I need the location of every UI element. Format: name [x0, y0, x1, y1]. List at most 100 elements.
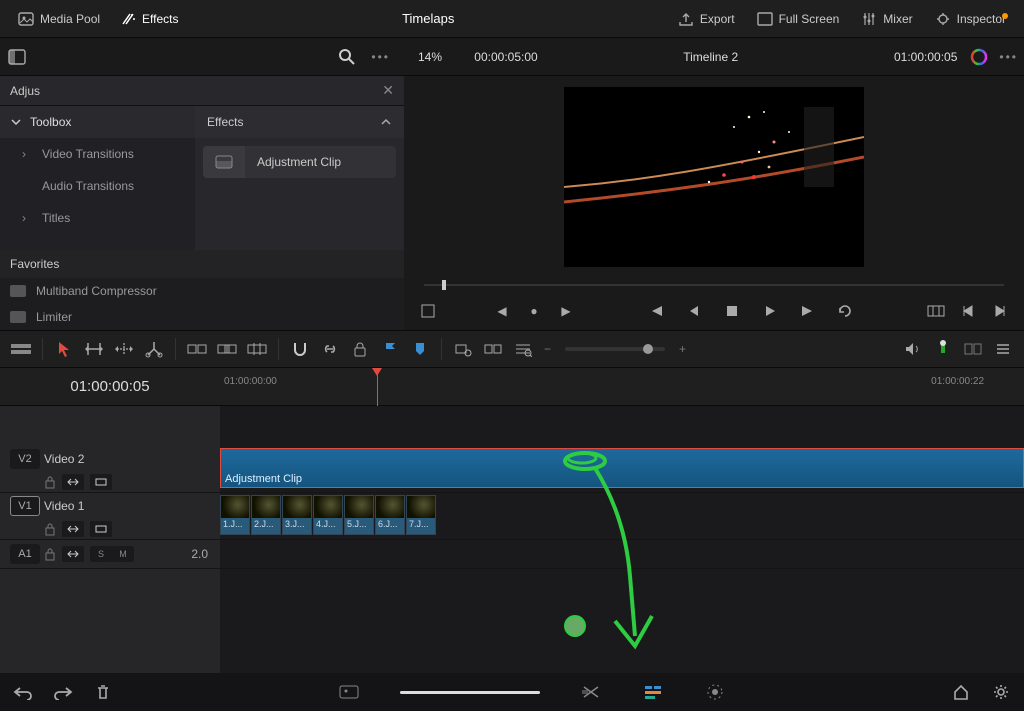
track-header-v1[interactable]: V1Video 1: [0, 493, 220, 539]
video-clip[interactable]: 5.J...: [344, 495, 374, 535]
timeline-ruler[interactable]: 01:00:00:00 01:00:00:22: [220, 368, 1024, 405]
toolbox-item-titles[interactable]: ›Titles: [0, 202, 195, 234]
fusion-page-icon[interactable]: [704, 681, 726, 703]
track-body-a1[interactable]: [220, 540, 1024, 568]
effects-group-header[interactable]: Effects: [195, 106, 404, 138]
toolbox-item-video-transitions[interactable]: ›Video Transitions: [0, 138, 195, 170]
video-clip[interactable]: 6.J...: [375, 495, 405, 535]
lock-icon[interactable]: [44, 475, 56, 489]
zoom-fit-icon[interactable]: [480, 336, 506, 362]
timeline-counter[interactable]: 01:00:00:05: [0, 368, 220, 405]
viewer-scrubber[interactable]: [424, 278, 1004, 292]
redo-icon[interactable]: [52, 681, 74, 703]
mute-button[interactable]: M: [112, 546, 134, 562]
clip-adjustment[interactable]: Adjustment Clip: [220, 448, 1024, 488]
audio-monitor-icon[interactable]: [900, 336, 926, 362]
color-wheel-icon[interactable]: [965, 48, 993, 66]
go-start-icon[interactable]: [646, 301, 666, 321]
toolbox-item-audio-transitions[interactable]: Audio Transitions: [0, 170, 195, 202]
snap-icon[interactable]: [287, 336, 313, 362]
track-body-v2[interactable]: Adjustment Clip: [220, 446, 1024, 492]
media-page-icon[interactable]: [338, 681, 360, 703]
lock-icon[interactable]: [44, 547, 56, 561]
export-button[interactable]: Export: [668, 8, 745, 30]
video-clip[interactable]: 1.J...: [220, 495, 250, 535]
dynamic-trim-icon[interactable]: [111, 336, 137, 362]
video-clip[interactable]: 7.J...: [406, 495, 436, 535]
go-end-icon[interactable]: [798, 301, 818, 321]
viewer-zoom[interactable]: 14%: [404, 50, 456, 64]
edit-page-icon[interactable]: [642, 681, 664, 703]
prev-frame-icon[interactable]: ◀: [492, 301, 512, 321]
media-pool-tab[interactable]: Media Pool: [8, 8, 110, 30]
cut-page-icon[interactable]: [580, 681, 602, 703]
track-badge-a1[interactable]: A1: [10, 544, 40, 564]
video-clip[interactable]: 4.J...: [313, 495, 343, 535]
clear-filter-icon[interactable]: ✕: [382, 82, 394, 99]
trim-tool-icon[interactable]: [81, 336, 107, 362]
toolbox-header[interactable]: Toolbox: [0, 106, 195, 138]
zoom-slider-thumb[interactable]: [643, 344, 653, 354]
inspector-button[interactable]: Inspector: [925, 7, 1016, 31]
zoom-slider[interactable]: [565, 347, 665, 351]
blade-tool-icon[interactable]: [141, 336, 167, 362]
next-edit-icon[interactable]: [990, 301, 1010, 321]
track-body-v1[interactable]: 1.J... 2.J... 3.J... 4.J... 5.J... 6.J..…: [220, 493, 1024, 539]
overwrite-clip-icon[interactable]: [214, 336, 240, 362]
scrub-playhead[interactable]: [442, 280, 446, 290]
lock-icon[interactable]: [347, 336, 373, 362]
track-visible-icon[interactable]: [90, 521, 112, 537]
auto-select-icon[interactable]: [62, 474, 84, 490]
fullscreen-button[interactable]: Full Screen: [747, 8, 850, 30]
track-header-v2[interactable]: V2Video 2: [0, 446, 220, 492]
next-frame-icon[interactable]: ▶: [556, 301, 576, 321]
timeline-view-icon[interactable]: [8, 336, 34, 362]
stop-icon[interactable]: [722, 301, 742, 321]
track-badge-v2[interactable]: V2: [10, 449, 40, 469]
zoom-detail-icon[interactable]: [510, 336, 536, 362]
solo-button[interactable]: S: [90, 546, 112, 562]
viewer-options-icon[interactable]: •••: [993, 50, 1024, 64]
selection-tool-icon[interactable]: [51, 336, 77, 362]
settings-icon[interactable]: [990, 681, 1012, 703]
dual-viewer-icon[interactable]: [960, 336, 986, 362]
zoom-in-icon[interactable]: +: [679, 342, 686, 356]
replace-clip-icon[interactable]: [244, 336, 270, 362]
flag-icon[interactable]: [377, 336, 403, 362]
track-header-a1[interactable]: A1 S M 2.0: [0, 540, 220, 568]
crop-tool-icon[interactable]: [418, 301, 438, 321]
auto-select-icon[interactable]: [62, 521, 84, 537]
playhead-timecode[interactable]: 01:00:00:05: [865, 50, 965, 64]
step-back-icon[interactable]: [684, 301, 704, 321]
insert-clip-icon[interactable]: [184, 336, 210, 362]
auto-select-icon[interactable]: [62, 546, 84, 562]
effect-adjustment-clip[interactable]: Adjustment Clip: [203, 146, 396, 178]
video-clip[interactable]: 3.J...: [282, 495, 312, 535]
mixer-button[interactable]: Mixer: [851, 7, 922, 31]
zoom-selection-icon[interactable]: [450, 336, 476, 362]
options-menu-icon[interactable]: •••: [365, 50, 396, 64]
link-icon[interactable]: [317, 336, 343, 362]
loop-icon[interactable]: [836, 301, 856, 321]
home-icon[interactable]: [950, 681, 972, 703]
match-frame-icon[interactable]: [926, 301, 946, 321]
track-badge-v1[interactable]: V1: [10, 496, 40, 516]
keyframe-icon[interactable]: ●: [524, 301, 544, 321]
zoom-out-icon[interactable]: −: [544, 342, 551, 356]
favorite-item[interactable]: Multiband Compressor: [0, 278, 404, 304]
marker-icon[interactable]: [407, 336, 433, 362]
audio-level-icon[interactable]: [930, 336, 956, 362]
source-timecode[interactable]: 00:00:05:00: [456, 50, 556, 64]
undo-icon[interactable]: [12, 681, 34, 703]
timeline-name[interactable]: Timeline 2: [556, 50, 865, 64]
viewer-canvas[interactable]: [564, 87, 864, 267]
play-icon[interactable]: [760, 301, 780, 321]
search-icon[interactable]: [337, 47, 357, 67]
menu-icon[interactable]: [990, 336, 1016, 362]
prev-edit-icon[interactable]: [958, 301, 978, 321]
video-clip[interactable]: 2.J...: [251, 495, 281, 535]
track-visible-icon[interactable]: [90, 474, 112, 490]
lock-icon[interactable]: [44, 522, 56, 536]
panel-layout-icon[interactable]: [8, 49, 26, 65]
trash-icon[interactable]: [92, 681, 114, 703]
